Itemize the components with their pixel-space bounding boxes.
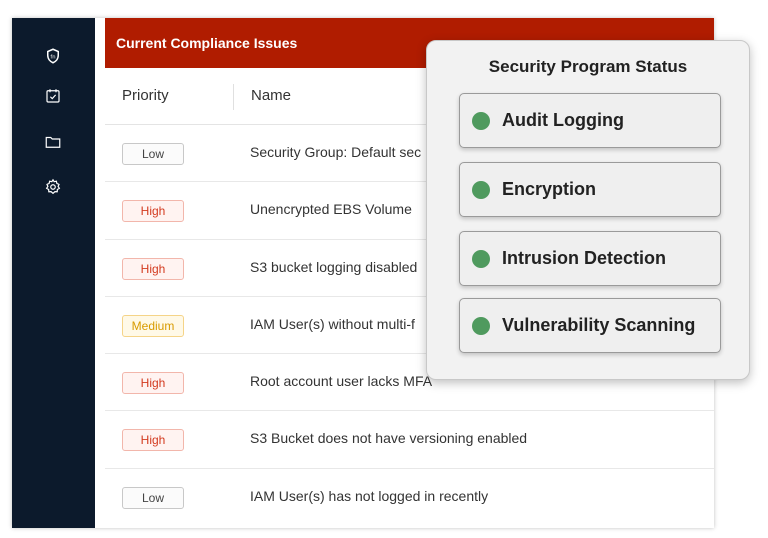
svg-text:fn: fn	[50, 54, 55, 60]
issue-name: S3 Bucket does not have versioning enabl…	[250, 430, 528, 447]
status-dot-icon	[472, 111, 490, 130]
priority-badge: Low	[122, 143, 184, 165]
priority-badge: High	[122, 257, 184, 280]
status-item-label: Intrusion Detection	[502, 248, 667, 268]
status-dot-icon	[472, 180, 490, 199]
status-item-label: Encryption	[502, 179, 597, 199]
issue-name: IAM User(s) without multi-f	[250, 315, 415, 332]
column-header-name[interactable]: Name	[251, 87, 291, 104]
security-status-card: Security Program Status Audit Logging En…	[426, 40, 750, 380]
status-card-title: Security Program Status	[488, 57, 688, 76]
shield-icon[interactable]: fn	[42, 45, 64, 67]
status-dot-icon	[472, 249, 490, 268]
issue-name: Security Group: Default sec	[250, 144, 422, 160]
issue-name: Unencrypted EBS Volume	[250, 201, 412, 218]
status-item-encryption[interactable]: Encryption	[459, 162, 721, 217]
status-item-label: Audit Logging	[502, 110, 624, 130]
gear-icon[interactable]	[42, 176, 64, 198]
priority-badge: High	[122, 200, 184, 223]
status-dot-icon	[472, 316, 490, 335]
folder-icon[interactable]	[42, 131, 64, 153]
issue-name: Root account user lacks MFA	[250, 373, 433, 390]
status-item-label: Vulnerability Scanning	[502, 315, 696, 335]
table-row[interactable]: Low IAM User(s) has not logged in recent…	[105, 469, 714, 526]
status-item-audit-logging[interactable]: Audit Logging	[459, 93, 721, 148]
priority-badge: Medium	[122, 314, 184, 337]
status-item-vulnerability-scanning[interactable]: Vulnerability Scanning	[459, 298, 721, 353]
issue-name: IAM User(s) has not logged in recently	[250, 487, 489, 504]
priority-badge: High	[122, 372, 184, 395]
priority-badge: High	[122, 429, 184, 452]
calendar-check-icon[interactable]	[42, 85, 64, 107]
column-header-priority[interactable]: Priority	[122, 87, 169, 104]
column-divider	[233, 84, 234, 110]
status-item-intrusion-detection[interactable]: Intrusion Detection	[459, 231, 721, 286]
sidebar: fn	[12, 18, 95, 528]
priority-badge: Low	[122, 486, 184, 509]
issue-name: S3 bucket logging disabled	[250, 258, 418, 275]
table-row[interactable]: High S3 Bucket does not have versioning …	[105, 411, 714, 469]
